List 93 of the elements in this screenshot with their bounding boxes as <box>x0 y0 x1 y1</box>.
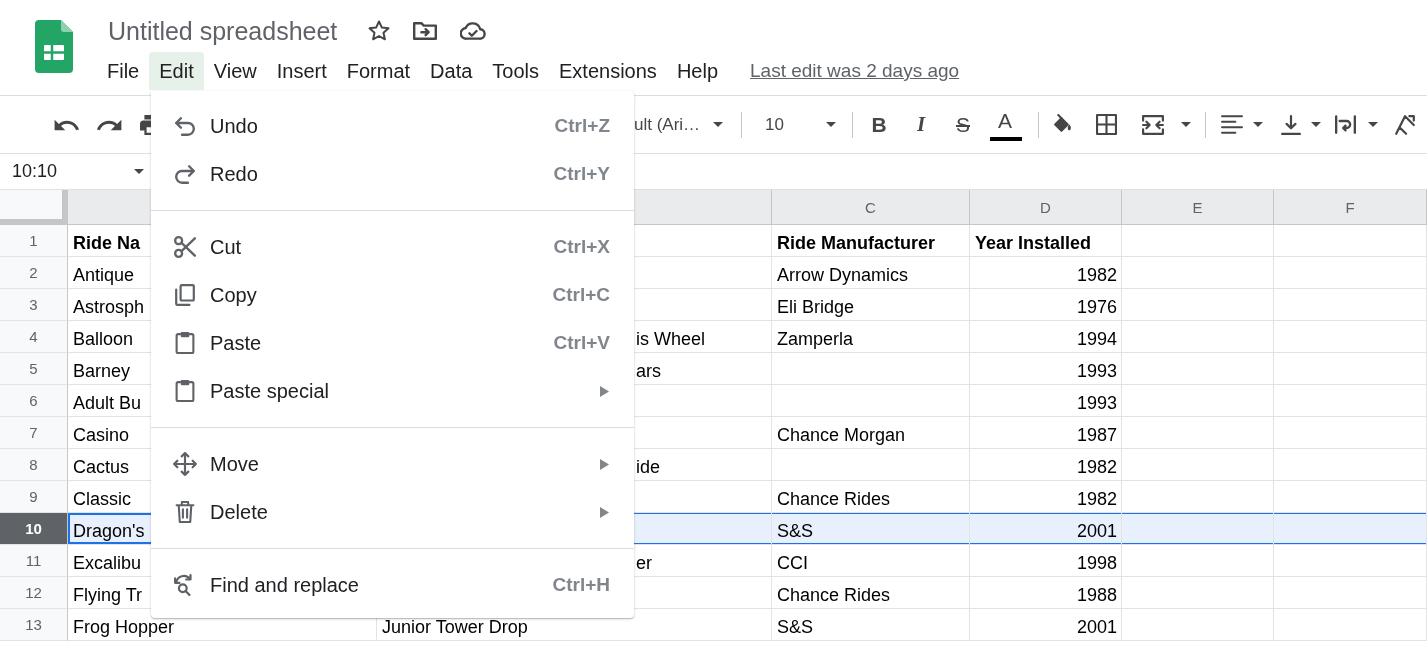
font-dropdown[interactable]: ult (Ari… <box>634 108 732 141</box>
table-cell: 1993 <box>970 385 1122 417</box>
caret-icon[interactable] <box>1368 122 1378 127</box>
align-left-icon[interactable] <box>1221 115 1243 134</box>
bold-button[interactable]: B <box>862 107 896 142</box>
menu-item[interactable]: Extensions <box>549 52 667 90</box>
row-header[interactable]: 5 <box>0 353 68 385</box>
column-header[interactable]: C <box>772 190 970 225</box>
table-cell: Chance Morgan <box>772 417 970 449</box>
italic-button[interactable]: I <box>904 107 938 142</box>
keyboard-shortcut: Ctrl+C <box>552 284 610 306</box>
table-cell: Year Installed <box>970 225 1122 257</box>
menu-item[interactable]: Format <box>336 52 421 90</box>
caret-icon[interactable] <box>1253 122 1263 127</box>
row-header[interactable]: 11 <box>0 545 68 577</box>
caret-icon[interactable] <box>826 122 836 127</box>
undo-icon[interactable] <box>54 118 79 131</box>
row-header[interactable]: 12 <box>0 577 68 609</box>
row-header[interactable]: 1 <box>0 225 68 257</box>
menu-item[interactable]: File <box>97 52 150 90</box>
last-edit-link[interactable]: Last edit was 2 days ago <box>750 60 960 82</box>
table-cell: 2001 <box>970 609 1122 641</box>
four-way-arrow-icon <box>173 452 197 476</box>
document-title[interactable]: Untitled spreadsheet <box>108 12 338 50</box>
strikethrough-button[interactable]: S <box>946 107 980 142</box>
borders-icon[interactable] <box>1096 114 1117 135</box>
table-cell: Eli Bridge <box>772 289 970 321</box>
redo-icon <box>175 164 195 184</box>
clipboard-icon <box>175 332 195 354</box>
table-cell: 1994 <box>970 321 1122 353</box>
row-header[interactable]: 13 <box>0 609 68 641</box>
star-icon[interactable] <box>368 20 391 42</box>
menu-item[interactable]: Help <box>666 52 728 90</box>
table-cell: Ride Manufacturer <box>772 225 970 257</box>
row-header[interactable]: 9 <box>0 481 68 513</box>
menu-item[interactable]: Tools <box>482 52 550 90</box>
trash-icon <box>175 501 195 523</box>
cloud-check-icon[interactable] <box>460 22 487 40</box>
text-color-button[interactable]: A <box>988 107 1022 142</box>
align-bottom-icon[interactable] <box>1281 114 1301 135</box>
keyboard-shortcut: Ctrl+Z <box>554 115 610 137</box>
column-header[interactable]: D <box>970 190 1122 225</box>
keyboard-shortcut: Ctrl+Y <box>553 163 610 185</box>
row-header[interactable]: 8 <box>0 449 68 481</box>
caret-icon[interactable] <box>134 169 144 174</box>
row-header[interactable]: 10 <box>0 513 68 545</box>
table-cell: Arrow Dynamics <box>772 257 970 289</box>
folder-arrow-icon[interactable] <box>413 22 438 40</box>
menu-item[interactable]: Undo Ctrl+Z <box>151 102 634 150</box>
row-header[interactable]: 3 <box>0 289 68 321</box>
menu-item[interactable]: View <box>203 52 267 90</box>
spreadsheet-logo-icon[interactable] <box>35 20 73 73</box>
table-cell: 1987 <box>970 417 1122 449</box>
table-cell: S&S <box>772 609 970 641</box>
printer-icon[interactable] <box>140 114 151 135</box>
row-header[interactable]: 6 <box>0 385 68 417</box>
table-cell: 1982 <box>970 257 1122 289</box>
caret-icon[interactable] <box>713 122 723 127</box>
table-cell: 1993 <box>970 353 1122 385</box>
table-cell: 1982 <box>970 449 1122 481</box>
menu-item[interactable]: Insert <box>266 52 337 90</box>
row-header[interactable]: 4 <box>0 321 68 353</box>
scissors-icon <box>174 236 196 258</box>
redo-icon[interactable] <box>97 118 122 131</box>
table-cell: S&S <box>772 513 970 545</box>
table-cell: 1988 <box>970 577 1122 609</box>
keyboard-shortcut: Ctrl+X <box>553 236 610 258</box>
clipboard-icon <box>175 380 195 402</box>
keyboard-shortcut: Ctrl+V <box>553 332 610 354</box>
keyboard-shortcut: Ctrl+H <box>552 574 610 596</box>
table-cell: Chance Rides <box>772 577 970 609</box>
undo-icon <box>175 116 195 136</box>
table-cell: CCI <box>772 545 970 577</box>
table-cell: 1976 <box>970 289 1122 321</box>
text-wrap-icon[interactable] <box>1335 115 1356 134</box>
table-cell: 1998 <box>970 545 1122 577</box>
menu-item[interactable]: Edit <box>149 52 204 90</box>
caret-icon[interactable] <box>1311 122 1321 127</box>
row-header[interactable]: 2 <box>0 257 68 289</box>
menu-item[interactable]: Redo Ctrl+Y <box>151 150 634 198</box>
text-rotation-icon[interactable] <box>1394 113 1416 136</box>
font-size-dropdown[interactable]: 10 <box>755 108 845 141</box>
copy-icon <box>175 284 195 306</box>
menu-item[interactable]: Data <box>420 52 483 90</box>
paint-bucket-icon[interactable] <box>1052 114 1074 135</box>
column-header[interactable]: F <box>1274 190 1427 225</box>
merge-cells-icon[interactable] <box>1142 114 1164 135</box>
table-cell: 2001 <box>970 513 1122 545</box>
table-cell: Zamperla <box>772 321 970 353</box>
caret-icon[interactable] <box>1181 122 1191 127</box>
row-header[interactable]: 7 <box>0 417 68 449</box>
column-header[interactable]: E <box>1122 190 1274 225</box>
name-box-field[interactable]: 10:10 <box>0 154 151 189</box>
